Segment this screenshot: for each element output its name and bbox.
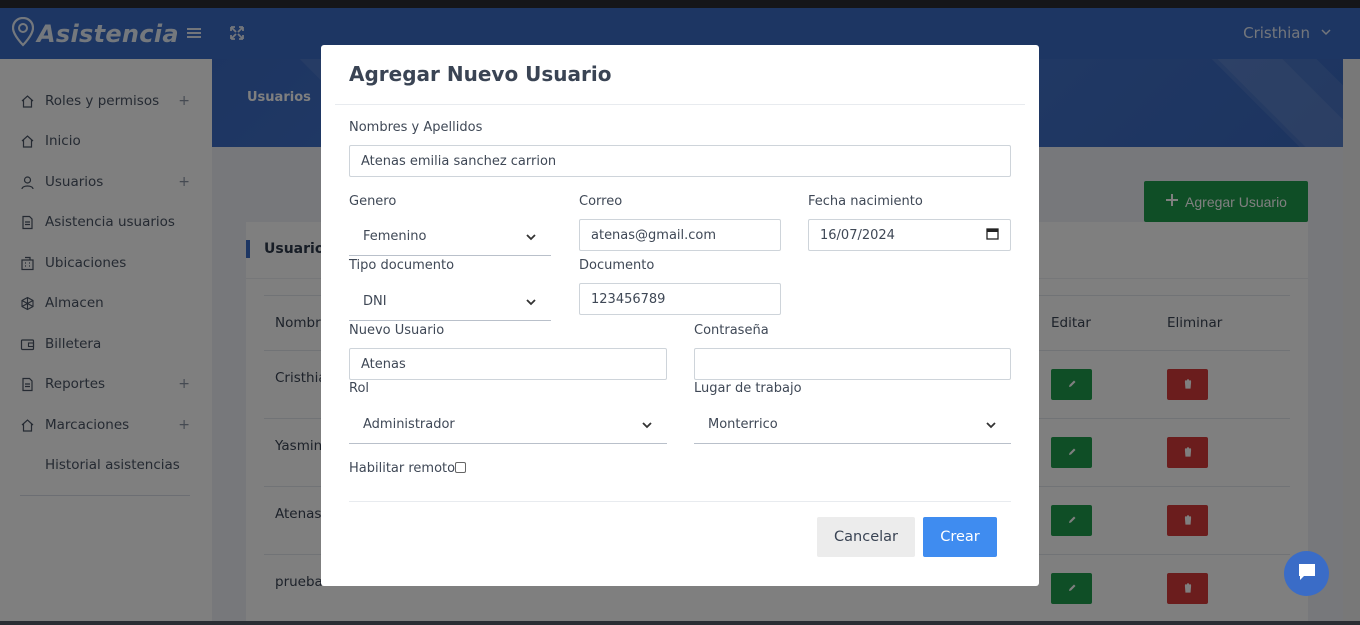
remote-checkbox[interactable] bbox=[455, 462, 466, 473]
remote-label: Habilitar remoto bbox=[349, 461, 456, 476]
email-input[interactable]: atenas@gmail.com bbox=[579, 219, 781, 251]
full-name-label: Nombres y Apellidos bbox=[349, 120, 483, 135]
role-label: Rol bbox=[349, 381, 370, 396]
window-bottom-strip bbox=[0, 621, 1360, 625]
modal-header-divider bbox=[335, 104, 1025, 105]
cancel-button[interactable]: Cancelar bbox=[817, 517, 915, 557]
document-label: Documento bbox=[579, 258, 655, 273]
document-input[interactable]: 123456789 bbox=[579, 283, 781, 315]
password-label: Contraseña bbox=[694, 323, 769, 338]
doc-type-select[interactable]: DNI bbox=[349, 283, 551, 321]
birth-date-value: 16/07/2024 bbox=[820, 227, 895, 243]
chevron-down-icon bbox=[641, 419, 653, 431]
gender-label: Genero bbox=[349, 194, 397, 209]
create-button[interactable]: Crear bbox=[923, 517, 997, 557]
workplace-select[interactable]: Monterrico bbox=[694, 406, 1011, 444]
chevron-down-icon bbox=[525, 296, 537, 308]
chat-button[interactable] bbox=[1284, 551, 1329, 596]
doc-type-value: DNI bbox=[363, 294, 387, 309]
chevron-down-icon bbox=[985, 419, 997, 431]
workplace-label: Lugar de trabajo bbox=[694, 381, 802, 396]
chat-bubble-icon bbox=[1296, 561, 1318, 587]
calendar-icon[interactable] bbox=[986, 227, 999, 244]
gender-value: Femenino bbox=[363, 229, 427, 244]
workplace-value: Monterrico bbox=[708, 417, 778, 432]
doc-type-label: Tipo documento bbox=[349, 258, 455, 273]
password-input[interactable] bbox=[694, 348, 1011, 380]
chevron-down-icon bbox=[525, 231, 537, 243]
role-value: Administrador bbox=[363, 417, 455, 432]
modal-footer-divider bbox=[349, 501, 1011, 502]
role-select[interactable]: Administrador bbox=[349, 406, 667, 444]
username-input[interactable]: Atenas bbox=[349, 348, 667, 380]
birth-date-input[interactable]: 16/07/2024 bbox=[808, 219, 1011, 251]
gender-select[interactable]: Femenino bbox=[349, 218, 551, 256]
add-user-modal: Agregar Nuevo Usuario Nombres y Apellido… bbox=[321, 45, 1039, 586]
email-label: Correo bbox=[579, 194, 623, 209]
modal-backdrop[interactable] bbox=[0, 0, 1360, 8]
modal-title: Agregar Nuevo Usuario bbox=[349, 62, 612, 86]
username-label: Nuevo Usuario bbox=[349, 323, 445, 338]
birth-date-label: Fecha nacimiento bbox=[808, 194, 923, 209]
full-name-input[interactable]: Atenas emilia sanchez carrion bbox=[349, 145, 1011, 177]
